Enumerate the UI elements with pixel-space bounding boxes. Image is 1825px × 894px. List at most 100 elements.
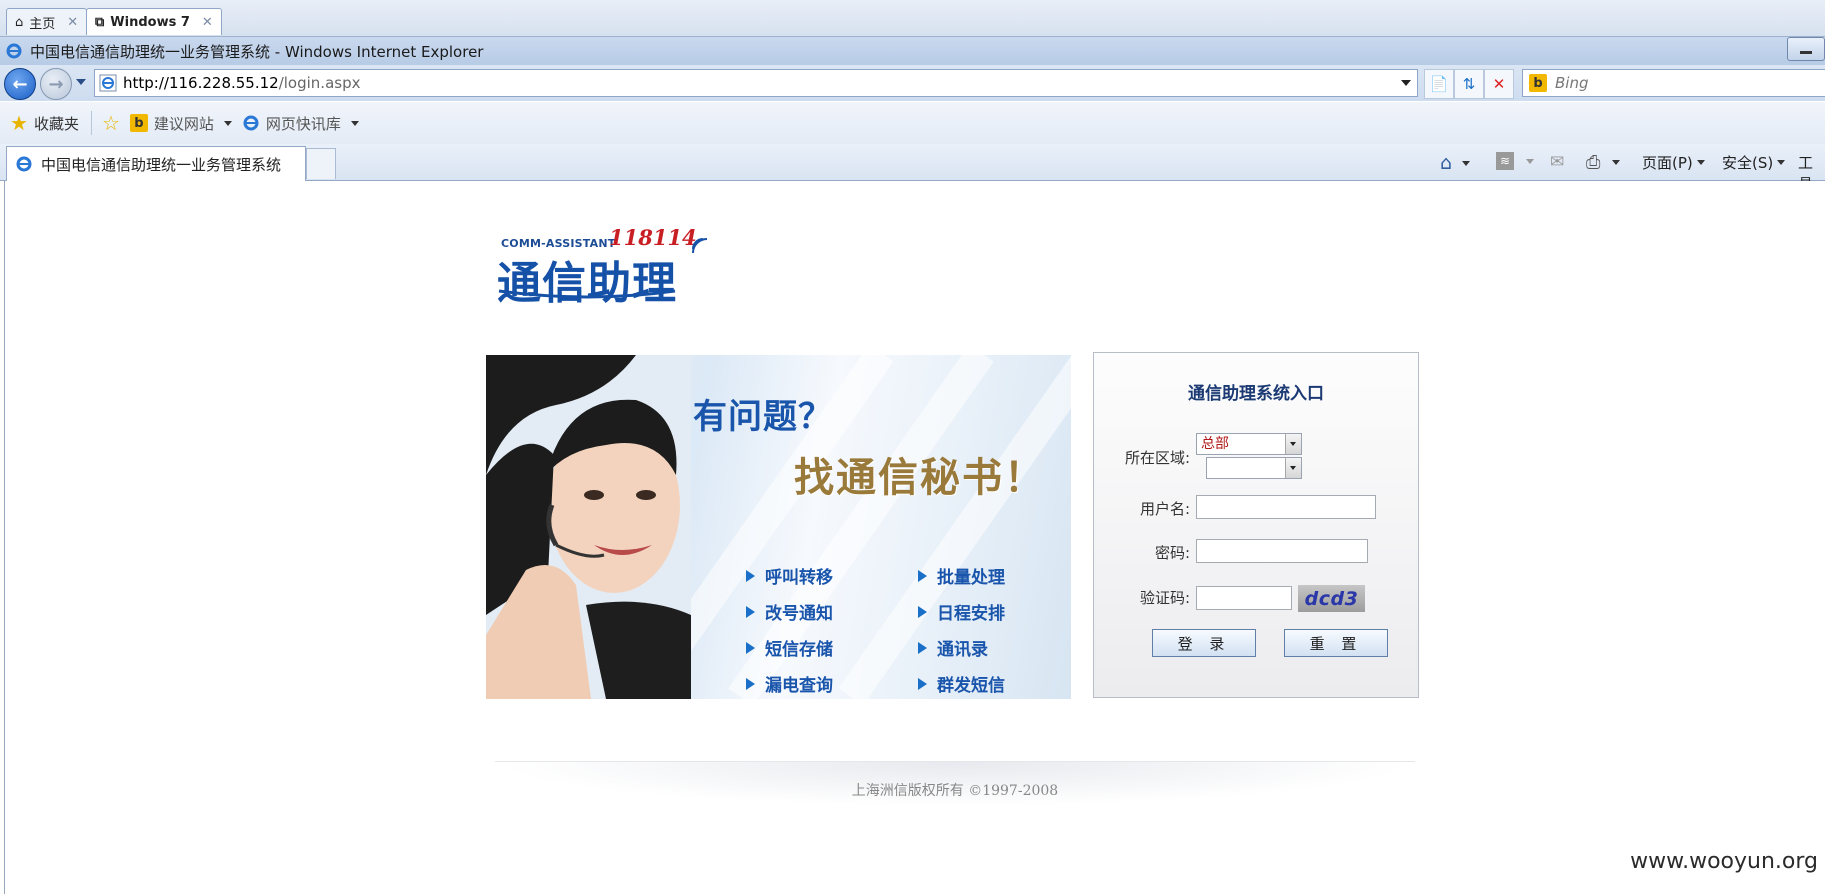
print-button[interactable]: ⎙ bbox=[1586, 152, 1621, 173]
copyright-footer: 上海洲信版权所有 ©1997-2008 bbox=[851, 783, 1059, 799]
tab-row: 中国电信通信助理统一业务管理系统 ⌂ ≋ ✉ ⎙ 页面(P) 安全(S) 工具 bbox=[0, 144, 1825, 193]
address-bar: ← → http://116.228.55.12/login.aspx 📄 ⇅ … bbox=[0, 65, 1825, 101]
search-input[interactable]: b Bing bbox=[1522, 69, 1825, 97]
captcha-input[interactable] bbox=[1196, 586, 1292, 610]
captcha-image[interactable]: dcd3 bbox=[1298, 585, 1365, 612]
add-favorite-icon: ☆ bbox=[101, 111, 120, 135]
reset-button[interactable]: 重 置 bbox=[1284, 629, 1388, 657]
chevron-down-icon bbox=[1612, 160, 1621, 165]
banner-answer: 找通信秘书！ bbox=[794, 454, 1046, 501]
mail-icon: ✉ bbox=[1550, 152, 1565, 172]
customer-service-woman-image bbox=[486, 355, 691, 699]
triangle-bullet-icon bbox=[918, 605, 927, 618]
ie-icon bbox=[16, 156, 32, 172]
refresh-icon[interactable]: ⇅ bbox=[1454, 69, 1484, 99]
feature-item: 呼叫转移 bbox=[746, 563, 833, 588]
site-logo: COMM-ASSISTANT 118114 通信助理 bbox=[497, 221, 717, 309]
stop-icon[interactable]: ✕ bbox=[1484, 69, 1514, 99]
browser-tab-active[interactable]: 中国电信通信助理统一业务管理系统 bbox=[6, 146, 306, 181]
url-host: http://116.228.55.12 bbox=[123, 74, 279, 92]
sub-region-select[interactable] bbox=[1206, 457, 1302, 479]
host-tab-home[interactable]: ⌂ 主页 ✕ bbox=[6, 8, 88, 35]
username-input[interactable] bbox=[1196, 495, 1376, 519]
window-title: 中国电信通信助理统一业务管理系统 - Windows Internet Expl… bbox=[30, 42, 484, 61]
history-dropdown-icon[interactable] bbox=[76, 79, 86, 85]
search-placeholder: Bing bbox=[1555, 74, 1589, 92]
feature-item: 短信存储 bbox=[746, 635, 833, 660]
username-label: 用户名: bbox=[1139, 500, 1190, 518]
browser-tab-title: 中国电信通信助理统一业务管理系统 bbox=[41, 155, 282, 174]
login-button[interactable]: 登 录 bbox=[1152, 629, 1256, 657]
close-icon[interactable]: ✕ bbox=[67, 15, 78, 30]
minimize-button[interactable] bbox=[1787, 37, 1825, 61]
chevron-down-icon bbox=[1777, 160, 1786, 165]
login-title: 通信助理系统入口 bbox=[1188, 384, 1324, 404]
feature-label: 短信存储 bbox=[765, 640, 833, 660]
safety-menu-label: 安全(S) bbox=[1722, 154, 1774, 172]
feature-label: 日程安排 bbox=[937, 604, 1005, 624]
feature-item: 批量处理 bbox=[918, 563, 1005, 588]
feature-label: 漏电查询 bbox=[765, 676, 833, 696]
feature-item: 通讯录 bbox=[918, 635, 988, 660]
page-icon bbox=[99, 74, 117, 92]
chevron-down-icon bbox=[1526, 158, 1534, 164]
region-select[interactable]: 总部 bbox=[1196, 433, 1302, 455]
page-menu[interactable]: 页面(P) bbox=[1642, 152, 1705, 173]
window-titlebar: 中国电信通信助理统一业务管理系统 - Windows Internet Expl… bbox=[0, 37, 1825, 65]
feature-item: 群发短信 bbox=[918, 671, 1005, 696]
divider bbox=[90, 111, 92, 135]
web-slice-gallery-label: 网页快讯库 bbox=[265, 114, 341, 133]
url-input[interactable]: http://116.228.55.12/login.aspx bbox=[94, 69, 1418, 97]
host-tab-windows7[interactable]: ⧉ Windows 7 ✕ bbox=[86, 8, 222, 35]
feature-item: 日程安排 bbox=[918, 599, 1005, 624]
chevron-down-icon bbox=[1285, 434, 1301, 454]
host-tab-label: 主页 bbox=[29, 16, 56, 32]
password-label: 密码: bbox=[1154, 544, 1190, 562]
login-panel: 通信助理系统入口 所在区域: 总部 用户名: 密码: 验证码: dcd3 登 录… bbox=[1093, 352, 1419, 698]
compatibility-view-icon[interactable]: 📄 bbox=[1424, 69, 1454, 99]
favorites-button[interactable]: ★ 收藏夹 bbox=[10, 111, 79, 135]
triangle-bullet-icon bbox=[918, 569, 927, 582]
home-button[interactable]: ⌂ bbox=[1440, 152, 1471, 174]
back-button[interactable]: ← bbox=[4, 68, 36, 100]
rss-icon: ≋ bbox=[1496, 152, 1514, 170]
logo-swoosh bbox=[498, 289, 676, 299]
favorites-bar: ★ 收藏夹 ☆ b 建议网站 网页快讯库 bbox=[0, 102, 1825, 144]
feature-item: 漏电查询 bbox=[746, 671, 833, 696]
star-icon: ★ bbox=[10, 111, 28, 135]
mail-button[interactable]: ✉ bbox=[1550, 152, 1564, 172]
page-menu-label: 页面(P) bbox=[1642, 154, 1693, 172]
watermark: www.wooyun.org bbox=[1630, 849, 1818, 874]
host-tab-label: Windows 7 bbox=[110, 14, 190, 30]
triangle-bullet-icon bbox=[746, 677, 755, 690]
feature-label: 批量处理 bbox=[937, 568, 1005, 588]
signal-icon bbox=[692, 238, 708, 254]
triangle-bullet-icon bbox=[918, 641, 927, 654]
triangle-bullet-icon bbox=[918, 677, 927, 690]
chevron-down-icon bbox=[1696, 160, 1705, 165]
safety-menu[interactable]: 安全(S) bbox=[1722, 152, 1786, 173]
host-tab-strip: ⌂ 主页 ✕ ⧉ Windows 7 ✕ bbox=[0, 0, 1825, 37]
close-icon[interactable]: ✕ bbox=[202, 15, 213, 30]
printer-icon: ⎙ bbox=[1586, 152, 1601, 173]
feeds-button[interactable]: ≋ bbox=[1496, 152, 1534, 170]
chevron-down-icon bbox=[1462, 160, 1471, 166]
captcha-label: 验证码: bbox=[1139, 589, 1190, 607]
feature-item: 改号通知 bbox=[746, 599, 833, 624]
web-slice-gallery-link[interactable]: 网页快讯库 bbox=[242, 113, 359, 134]
feature-label: 改号通知 bbox=[765, 604, 833, 624]
ie-icon bbox=[6, 43, 22, 59]
new-tab-button[interactable] bbox=[306, 148, 336, 179]
home-icon: ⌂ bbox=[15, 14, 24, 30]
url-dropdown-icon[interactable] bbox=[1401, 80, 1411, 86]
add-favorite-button[interactable]: ☆ bbox=[102, 111, 120, 135]
suggested-sites-label: 建议网站 bbox=[153, 114, 214, 133]
chevron-down-icon bbox=[223, 120, 232, 126]
feature-label: 通讯录 bbox=[937, 640, 988, 660]
forward-button[interactable]: → bbox=[40, 68, 72, 100]
suggested-sites-link[interactable]: b 建议网站 bbox=[129, 113, 232, 134]
chevron-down-icon bbox=[350, 120, 359, 126]
captcha-text: dcd3 bbox=[1304, 587, 1359, 610]
favorites-label: 收藏夹 bbox=[33, 114, 79, 133]
password-input[interactable] bbox=[1196, 539, 1368, 563]
